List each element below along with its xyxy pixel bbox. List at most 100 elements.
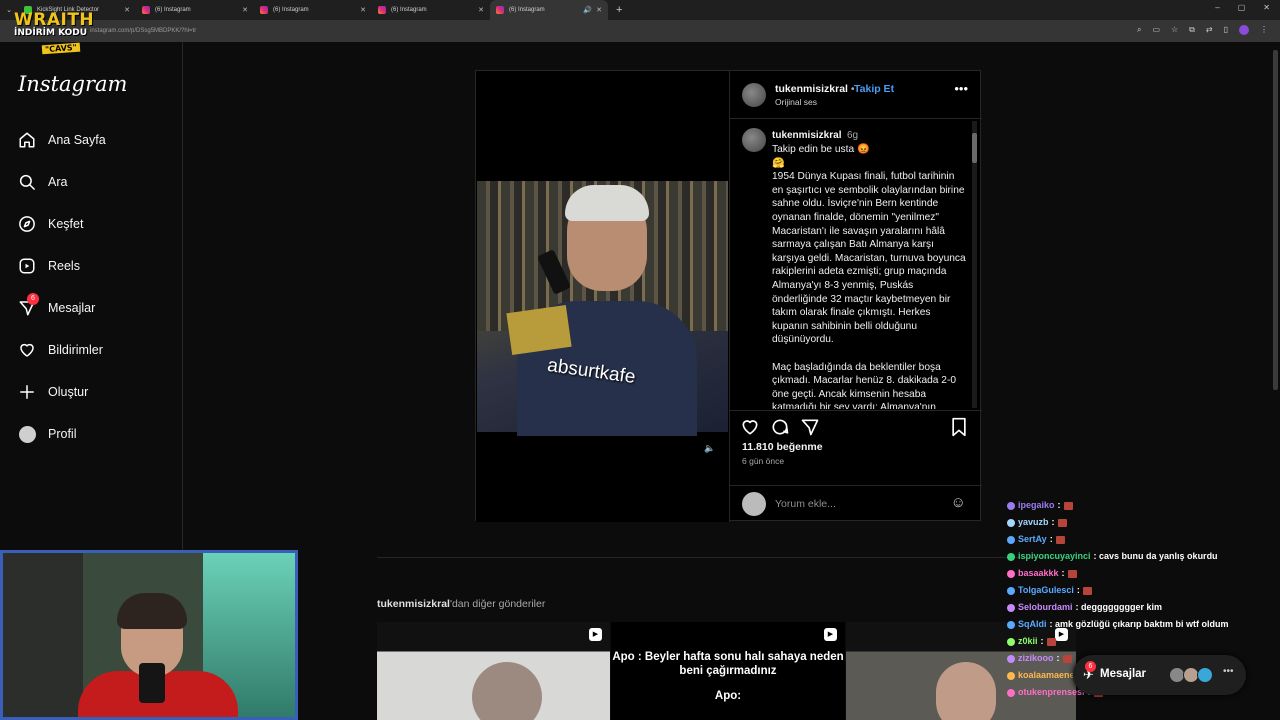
audio-label[interactable]: Orijinal ses bbox=[775, 97, 817, 107]
more-dots-icon: ••• bbox=[1223, 666, 1234, 677]
reels-icon bbox=[18, 257, 36, 275]
more-posts-username[interactable]: tukenmisizkral bbox=[377, 598, 450, 610]
chat-text: : bbox=[1049, 534, 1053, 544]
sidebar-item-label: Bildirimler bbox=[48, 343, 103, 357]
chat-username[interactable]: ipegaiko bbox=[1018, 500, 1055, 510]
zoom-icon[interactable]: ⌕ bbox=[1137, 25, 1141, 35]
share-icon[interactable] bbox=[800, 417, 820, 442]
chat-badge-icon bbox=[1007, 535, 1015, 544]
chat-username[interactable]: basaakkk bbox=[1018, 568, 1059, 578]
chat-text: : bbox=[1056, 653, 1060, 663]
chat-username[interactable]: Seloburdami bbox=[1018, 602, 1073, 612]
close-tab-icon[interactable]: ✕ bbox=[596, 6, 602, 14]
chat-text: : bbox=[1076, 585, 1080, 595]
maximize-icon[interactable]: ▢ bbox=[1238, 3, 1246, 12]
cast-icon[interactable]: ▭ bbox=[1152, 25, 1160, 35]
more-posts-suffix: 'dan diğer gönderiler bbox=[449, 598, 546, 610]
messenger-icon: 6 bbox=[18, 293, 39, 317]
menu-dots-icon[interactable]: ⋮ bbox=[1260, 25, 1268, 35]
author-avatar[interactable] bbox=[742, 83, 766, 107]
chat-badge-icon bbox=[1007, 518, 1015, 527]
caption-author-avatar[interactable] bbox=[742, 128, 766, 152]
chat-username[interactable]: yavuzb bbox=[1018, 517, 1049, 527]
close-tab-icon[interactable]: ✕ bbox=[124, 6, 130, 14]
close-tab-icon[interactable]: ✕ bbox=[242, 6, 248, 14]
chat-emote bbox=[1082, 586, 1092, 595]
related-post-thumbnail[interactable]: Apo : Beyler hafta sonu halı sahaya nede… bbox=[611, 622, 845, 720]
chat-text: : bbox=[1051, 517, 1055, 527]
caption-line: Takip edin be usta 😡 bbox=[772, 144, 870, 155]
likes-count[interactable]: 11.810 beğenme bbox=[742, 441, 823, 453]
page-scrollbar[interactable] bbox=[1273, 50, 1278, 390]
comment-bar: Yorum ekle... ☺ bbox=[730, 485, 982, 522]
caption-paragraph: Maç başladığında da beklentiler boşa çık… bbox=[772, 361, 957, 410]
reel-video[interactable]: absurtkafe 🔈 bbox=[476, 71, 729, 522]
close-tab-icon[interactable]: ✕ bbox=[478, 6, 484, 14]
browser-tab-active[interactable]: (6) Instagram 🔊 ✕ bbox=[490, 0, 608, 20]
tab-title: (6) Instagram bbox=[509, 7, 545, 13]
browser-tab[interactable]: (6) Instagram ✕ bbox=[254, 0, 372, 20]
like-heart-icon[interactable] bbox=[740, 417, 760, 442]
split-icon[interactable]: ▯ bbox=[1224, 25, 1228, 35]
sidebar-icon[interactable]: ⇄ bbox=[1206, 25, 1213, 35]
sidebar-item-label: Keşfet bbox=[48, 217, 84, 231]
sidebar-item-explore[interactable]: Keşfet bbox=[18, 210, 83, 238]
chat-message: Seloburdami: degggggggger kim bbox=[1007, 600, 1162, 614]
compass-icon bbox=[18, 215, 36, 233]
close-window-icon[interactable]: ✕ bbox=[1263, 3, 1270, 12]
profile-icon[interactable] bbox=[1239, 25, 1249, 35]
sidebar-item-messages[interactable]: 6 Mesajlar bbox=[18, 293, 95, 322]
chat-username[interactable]: SqAldi bbox=[1018, 619, 1047, 629]
messages-bar[interactable]: ✈ 6 Mesajlar ••• bbox=[1073, 655, 1246, 695]
sidebar-item-reels[interactable]: Reels bbox=[18, 252, 80, 280]
more-options-icon[interactable]: ••• bbox=[954, 81, 968, 96]
comment-icon[interactable] bbox=[770, 417, 790, 442]
sidebar-item-notifications[interactable]: Bildirimler bbox=[18, 336, 103, 364]
caption-timestamp: 6g bbox=[847, 130, 859, 141]
chat-text: : bbox=[1061, 568, 1065, 578]
webcam-microphone bbox=[139, 663, 165, 703]
instagram-favicon-icon bbox=[378, 6, 386, 14]
browser-tab[interactable]: (6) Instagram ✕ bbox=[136, 0, 254, 20]
chat-text: : cavs bunu da yanlış okurdu bbox=[1093, 551, 1218, 561]
follow-button[interactable]: Takip Et bbox=[854, 83, 894, 95]
chat-username[interactable]: otukenprensesi bbox=[1018, 687, 1085, 697]
speaker-icon[interactable]: 🔊 bbox=[583, 6, 592, 14]
caption-scrollbar[interactable] bbox=[972, 121, 977, 408]
chat-username[interactable]: z0kii bbox=[1018, 636, 1038, 646]
profile-avatar bbox=[18, 425, 36, 443]
related-post-thumbnail[interactable]: ▶ bbox=[377, 622, 610, 720]
chat-username[interactable]: ispiyoncuyayinci bbox=[1018, 551, 1091, 561]
caption-username[interactable]: tukenmisizkral bbox=[772, 130, 841, 141]
instagram-logo[interactable]: Instagram bbox=[18, 72, 127, 96]
chat-username[interactable]: TolgaGulesci bbox=[1018, 585, 1074, 595]
tab-title: (6) Instagram bbox=[155, 7, 191, 13]
post-card: absurtkafe 🔈 tukenmisizkral • Takip Et O… bbox=[475, 70, 982, 522]
chat-badge-icon bbox=[1007, 569, 1015, 578]
sidebar-item-profile[interactable]: Profil bbox=[18, 420, 76, 448]
chat-text: : degggggggger kim bbox=[1075, 602, 1163, 612]
sidebar-item-create[interactable]: Oluştur bbox=[18, 378, 88, 406]
comment-input[interactable]: Yorum ekle... bbox=[775, 498, 836, 510]
extensions-icon[interactable]: ⧉ bbox=[1189, 25, 1195, 35]
save-bookmark-icon[interactable] bbox=[950, 417, 968, 442]
sidebar-item-home[interactable]: Ana Sayfa bbox=[18, 126, 106, 154]
chat-text: : bbox=[1057, 500, 1061, 510]
streamer-webcam bbox=[0, 550, 298, 720]
webcam-background bbox=[3, 553, 83, 717]
mute-icon[interactable]: 🔈 bbox=[704, 443, 715, 454]
bookmark-star-icon[interactable]: ☆ bbox=[1171, 25, 1178, 35]
chat-username[interactable]: SertAy bbox=[1018, 534, 1047, 544]
browser-tab[interactable]: (6) Instagram ✕ bbox=[372, 0, 490, 20]
author-username[interactable]: tukenmisizkral • bbox=[775, 83, 855, 95]
chat-emote bbox=[1057, 518, 1067, 527]
reel-icon: ▶ bbox=[824, 628, 837, 641]
chat-username[interactable]: zizikooo bbox=[1018, 653, 1054, 663]
close-tab-icon[interactable]: ✕ bbox=[360, 6, 366, 14]
url-field[interactable]: instagram.com/p/DSsg5MBDPKK/?hl=tr bbox=[20, 24, 1130, 38]
new-tab-button[interactable]: + bbox=[616, 4, 622, 16]
current-user-avatar bbox=[742, 492, 766, 516]
sidebar-item-search[interactable]: Ara bbox=[18, 168, 67, 196]
minimize-icon[interactable]: – bbox=[1215, 3, 1219, 12]
emoji-icon[interactable]: ☺ bbox=[951, 494, 966, 511]
